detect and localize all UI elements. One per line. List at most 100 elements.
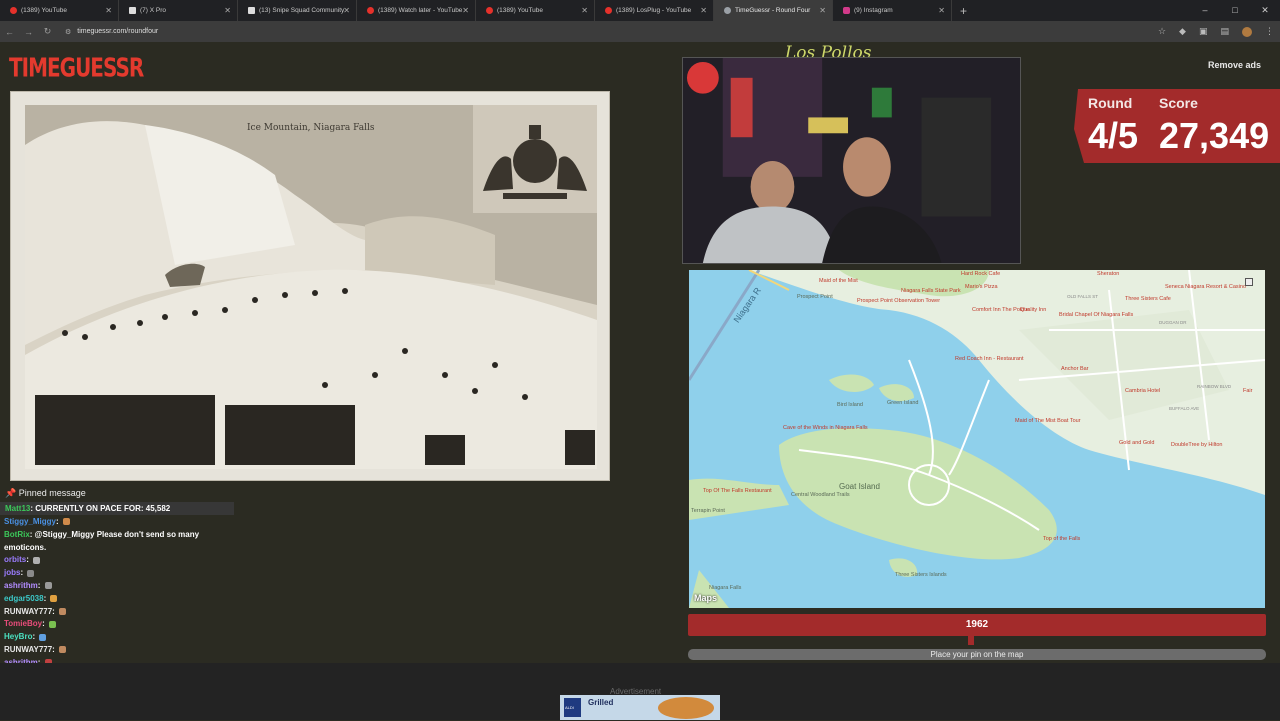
browser-tab[interactable]: (13) Snipe Squad Community / ✕ [238, 0, 357, 21]
extension-icon[interactable]: ◆ [1179, 26, 1186, 37]
youtube-icon [367, 7, 374, 14]
map-label[interactable]: Niagara Falls State Park [901, 288, 961, 294]
chat-username[interactable]: orbits [4, 555, 26, 564]
photo-caption: Ice Mountain, Niagara Falls [247, 123, 375, 133]
close-window-button[interactable]: ✕ [1250, 0, 1280, 21]
score-value: 27,349 [1159, 115, 1270, 156]
forward-arrow-icon[interactable]: → [19, 27, 38, 37]
chat-emote-icon [48, 620, 56, 628]
pin-icon: 📌 [5, 488, 17, 498]
bookmark-star-icon[interactable]: ☆ [1158, 26, 1166, 37]
chat-username[interactable]: ashrithm [4, 581, 38, 590]
chat-username[interactable]: Stiggy_Miggy [4, 517, 56, 526]
year-slider[interactable]: 1962 [688, 614, 1266, 645]
maximize-button[interactable]: □ [1220, 0, 1250, 21]
reload-icon[interactable]: ↻ [38, 26, 57, 37]
timeguessr-logo[interactable]: TIMEGUESSR [9, 52, 144, 88]
map-label[interactable]: Red Coach Inn - Restaurant [955, 356, 1023, 362]
map-label[interactable]: Top of the Falls [1043, 536, 1080, 542]
map-label[interactable]: Cambria Hotel [1125, 388, 1160, 394]
map-label[interactable]: Prospect Point [797, 294, 833, 300]
map-label[interactable]: OLD FALLS ST [1067, 294, 1098, 299]
map-label[interactable]: Mario's Pizza [965, 284, 998, 290]
guess-map[interactable]: Maid of the Mist Niagara Falls State Park… [689, 270, 1265, 608]
map-label[interactable]: Three Sisters Cafe [1125, 296, 1171, 302]
map-label[interactable]: Goat Island [839, 482, 880, 491]
map-label[interactable]: Hard Rock Cafe [961, 271, 1000, 277]
map-label[interactable]: Green Island [887, 400, 919, 406]
map-label[interactable]: Anchor Bar [1061, 366, 1089, 372]
chat-emote-icon [59, 607, 67, 615]
map-label[interactable]: Seneca Niagara Resort & Casino [1165, 284, 1246, 290]
map-label[interactable]: Central Woodland Trails [791, 492, 850, 498]
chat-separator: : [42, 619, 47, 629]
url-field[interactable]: ⚙ timeguessr.com/roundfour [65, 28, 158, 36]
instagram-icon [843, 7, 850, 14]
youtube-icon [10, 7, 17, 14]
new-tab-button[interactable]: + [960, 4, 967, 18]
remove-ads-button[interactable]: Remove ads [1208, 60, 1261, 70]
map-label[interactable]: Cave of the Winds in Niagara Falls [783, 425, 868, 431]
tab-close-icon[interactable]: ✕ [581, 6, 588, 15]
map-label[interactable]: Bird Island [837, 402, 863, 408]
browser-tab[interactable]: (9) Instagram ✕ [833, 0, 952, 21]
chat-username[interactable]: edgar5038 [4, 594, 44, 603]
map-label[interactable]: DoubleTree by Hilton [1171, 442, 1222, 448]
apple-maps-attribution: Maps [694, 593, 717, 603]
minimize-button[interactable]: – [1190, 0, 1220, 21]
map-label[interactable]: Gold and Gold [1119, 440, 1154, 446]
map-layers-button[interactable] [1245, 278, 1253, 286]
map-label[interactable]: RAINBOW BLVD [1197, 384, 1231, 389]
chat-username[interactable]: HeyBro [4, 632, 32, 641]
browser-tab[interactable]: (1389) YouTube ✕ [476, 0, 595, 21]
chat-username[interactable]: RUNWAY777 [4, 607, 52, 616]
extensions-puzzle-icon[interactable]: ▣ [1199, 26, 1208, 37]
advertisement-banner[interactable]: ALDI Grilled [560, 695, 720, 720]
place-pin-button[interactable]: Place your pin on the map [688, 649, 1266, 660]
back-arrow-icon[interactable]: ← [0, 27, 19, 37]
pinned-title: Pinned message [18, 488, 86, 498]
chat-username[interactable]: jobs [4, 568, 20, 577]
site-info-icon[interactable]: ⚙ [65, 28, 71, 36]
map-label[interactable]: DUGGAN DR [1159, 320, 1187, 325]
map-label[interactable]: Three Sisters Islands [895, 572, 947, 578]
chat-message: BotRix: @Stiggy_Miggy Please don't send … [4, 529, 234, 555]
sidebar-icon[interactable]: ▤ [1220, 26, 1229, 37]
tab-label: (1389) YouTube [497, 7, 544, 14]
tab-close-icon[interactable]: ✕ [938, 6, 945, 15]
map-label[interactable]: Top Of The Falls Restaurant [703, 488, 772, 494]
score-label: Score [1159, 95, 1198, 111]
profile-avatar[interactable] [1242, 26, 1252, 37]
browser-tab[interactable]: (1389) YouTube ✕ [0, 0, 119, 21]
tab-close-icon[interactable]: ✕ [819, 6, 826, 15]
map-label[interactable]: Prospect Point Observation Tower [857, 298, 940, 304]
chat-username[interactable]: BotRix [4, 530, 30, 539]
map-label[interactable]: Niagara Falls [709, 585, 741, 591]
chat-message: ashrithm: [4, 580, 234, 593]
tab-close-icon[interactable]: ✕ [700, 6, 707, 15]
map-label[interactable]: Fair [1243, 388, 1252, 394]
pinned-text: CURRENTLY ON PACE FOR: 45,582 [35, 504, 171, 513]
browser-tab[interactable]: (1389) Watch later - YouTube ✕ [357, 0, 476, 21]
map-label[interactable]: Maid of the Mist [819, 278, 858, 284]
tab-close-icon[interactable]: ✕ [224, 6, 231, 15]
browser-menu-icon[interactable]: ⋮ [1265, 26, 1274, 37]
browser-tab[interactable]: (1389) LosPlug - YouTube ✕ [595, 0, 714, 21]
chat-username[interactable]: RUNWAY777 [4, 645, 52, 654]
year-slider-handle[interactable] [968, 636, 975, 645]
streamer-webcam [682, 57, 1021, 264]
chat-username[interactable]: TomieBoy [4, 619, 42, 628]
chat-separator: : [43, 593, 49, 603]
chat-emote-icon [27, 569, 35, 577]
map-label[interactable]: Quality Inn [1020, 307, 1046, 313]
map-label[interactable]: Maid of The Mist Boat Tour [1015, 418, 1081, 424]
map-label[interactable]: Terrapin Point [691, 508, 725, 514]
tab-close-icon[interactable]: ✕ [343, 6, 350, 15]
tab-close-icon[interactable]: ✕ [462, 6, 469, 15]
map-label[interactable]: Sheraton [1097, 271, 1119, 277]
browser-tab[interactable]: (7) X Pro ✕ [119, 0, 238, 21]
map-label[interactable]: BUFFALO AVE [1169, 406, 1199, 411]
map-label[interactable]: Bridal Chapel Of Niagara Falls [1059, 312, 1133, 318]
tab-close-icon[interactable]: ✕ [105, 6, 112, 15]
browser-tab[interactable]: TimeGuessr - Round Four ✕ [714, 0, 833, 21]
